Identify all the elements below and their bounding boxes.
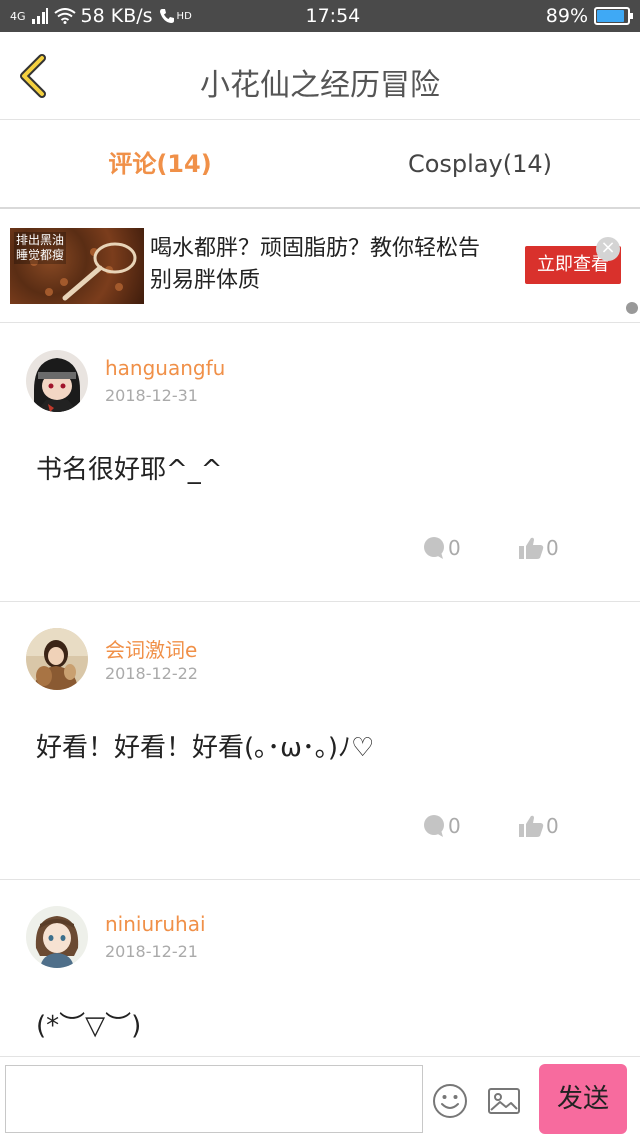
avatar-image [26, 350, 88, 412]
reply-count: 0 [448, 814, 461, 838]
comment-username[interactable]: 会词激词e [105, 634, 197, 663]
like-count: 0 [546, 814, 559, 838]
comment-text: 书名很好耶^_^ [36, 455, 223, 485]
comment-date: 2018-12-22 [105, 664, 198, 683]
header: 小花仙之经历冒险 [0, 32, 640, 120]
phone-icon [159, 9, 174, 23]
page-title: 小花仙之经历冒险 [200, 68, 440, 103]
like-button[interactable]: 0 [518, 814, 559, 838]
reply-button[interactable]: 0 [422, 814, 461, 838]
wifi-icon [53, 8, 76, 24]
comment-date: 2018-12-21 [105, 942, 198, 961]
comment-bubble-icon [424, 815, 444, 837]
battery-fill [597, 10, 624, 22]
image-button[interactable] [486, 1083, 522, 1119]
image-icon [488, 1088, 520, 1114]
comment-username[interactable]: hanguangfu [105, 356, 225, 380]
status-bar: 4G 58 KB/s HD 17:54 89% [0, 0, 640, 32]
smiley-icon [433, 1084, 467, 1118]
comment-input[interactable] [5, 1065, 423, 1133]
ad-text[interactable]: 喝水都胖？顽固脂肪？教你轻松告别易胖体质 [150, 233, 500, 297]
ad-image[interactable]: 排出黑油 睡觉都瘦 [10, 228, 144, 304]
ad-image-caption: 排出黑油 睡觉都瘦 [14, 232, 67, 264]
thumbs-up-icon [519, 815, 544, 837]
comment-username[interactable]: niniuruhai [105, 912, 206, 936]
comment-compose-bar: 发送 [0, 1056, 640, 1138]
status-left: 4G 58 KB/s HD [10, 5, 240, 27]
avatar[interactable] [26, 628, 88, 690]
comment-text: 好看！好看！好看(｡･ω･｡)ﾉ♡ [36, 733, 375, 763]
thumbs-up-icon [519, 537, 544, 559]
ad-banner[interactable]: 排出黑油 睡觉都瘦 喝水都胖？顽固脂肪？教你轻松告别易胖体质 立即查看 × [0, 211, 640, 323]
reply-count: 0 [448, 536, 461, 560]
network-speed: 58 KB/s [80, 5, 153, 27]
comment-text: (*︶▽︶) [36, 1011, 142, 1041]
battery-percent: 89% [545, 5, 588, 27]
ad-close-button[interactable]: × [596, 237, 620, 261]
comment-date: 2018-12-31 [105, 386, 198, 405]
signal-icon [31, 8, 48, 24]
battery-icon [594, 7, 633, 25]
comment-item: 会词激词e 2018-12-22 好看！好看！好看(｡･ω･｡)ﾉ♡ 0 0 [0, 602, 640, 880]
avatar[interactable] [26, 906, 88, 968]
avatar-image [26, 906, 88, 968]
status-right: 89% [545, 5, 633, 27]
tab-bar: 评论(14) Cosplay(14) [0, 121, 640, 209]
hd-label: HD [176, 10, 192, 22]
avatar-image [26, 628, 88, 690]
like-button[interactable]: 0 [518, 536, 559, 560]
emoji-button[interactable] [432, 1083, 468, 1119]
avatar[interactable] [26, 350, 88, 412]
tab-cosplay[interactable]: Cosplay(14) [320, 121, 640, 207]
send-button[interactable]: 发送 [539, 1064, 627, 1134]
like-count: 0 [546, 536, 559, 560]
comment-bubble-icon [424, 537, 444, 559]
comments-page: 4G 58 KB/s HD 17:54 89% 小花仙之经历冒险 评论(14) … [0, 0, 640, 1138]
tab-comments[interactable]: 评论(14) [0, 121, 320, 207]
comment-item: niniuruhai 2018-12-21 (*︶▽︶) 0 0 [0, 880, 640, 1056]
network-label: 4G [10, 9, 26, 23]
comment-list[interactable]: hanguangfu 2018-12-31 书名很好耶^_^ 0 0 会词激词e… [0, 324, 640, 1056]
ad-mark-icon [626, 302, 638, 314]
comment-item: hanguangfu 2018-12-31 书名很好耶^_^ 0 0 [0, 324, 640, 602]
reply-button[interactable]: 0 [422, 536, 461, 560]
status-time: 17:54 [305, 5, 361, 27]
